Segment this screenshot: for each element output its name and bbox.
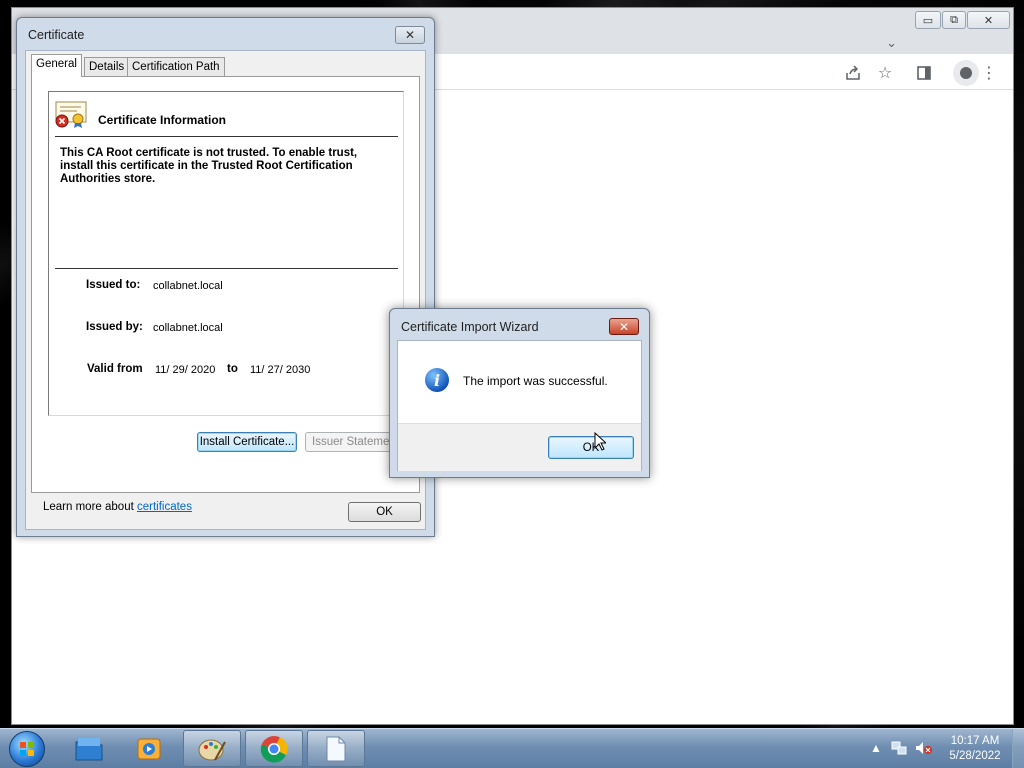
trust-warning-text: This CA Root certificate is not trusted.…	[60, 147, 358, 185]
start-button[interactable]	[9, 731, 45, 767]
wizard-title: Certificate Import Wizard	[401, 320, 539, 334]
import-wizard-dialog: Certificate Import Wizard ✕ i The import…	[389, 308, 650, 478]
chrome-icon[interactable]	[245, 730, 303, 767]
dialog-title: Certificate	[28, 28, 85, 42]
divider	[55, 268, 398, 269]
taskbar: ▲ 10:17 AM 5/28/2022	[0, 728, 1024, 768]
general-tab-panel: Certificate Information This CA Root cer…	[31, 76, 420, 513]
learn-more-label: Learn more about	[43, 501, 137, 513]
show-desktop-button[interactable]	[1012, 729, 1024, 768]
restore-icon: ⧉	[950, 13, 958, 26]
document-icon[interactable]	[307, 730, 365, 767]
show-hidden-icons-chevron-icon[interactable]: ▲	[870, 741, 882, 755]
tab-search-chevron-icon[interactable]: ⌄	[886, 35, 897, 51]
valid-from-value: 11/ 29/ 2020	[155, 364, 216, 376]
certificate-info-heading: Certificate Information	[98, 113, 227, 127]
certificate-info-box: Certificate Information This CA Root cer…	[48, 91, 404, 416]
close-button[interactable]: ✕	[967, 11, 1010, 29]
menu-icon[interactable]: ⋮	[979, 63, 999, 83]
issued-by-label: Issued by:	[86, 321, 143, 333]
restore-button[interactable]: ⧉	[942, 11, 966, 29]
side-panel-icon[interactable]	[914, 63, 934, 83]
clock-time: 10:17 AM	[950, 735, 1000, 747]
share-icon[interactable]	[843, 63, 863, 83]
tab-general[interactable]: General	[31, 54, 82, 77]
star-icon[interactable]: ☆	[875, 63, 895, 83]
minimize-button[interactable]: ▭	[915, 11, 941, 29]
close-icon: ✕	[618, 319, 630, 334]
explorer-icon[interactable]	[60, 730, 118, 767]
minimize-icon: ▭	[922, 14, 934, 27]
profile-icon[interactable]	[953, 60, 979, 86]
wizard-ok-button[interactable]: OK	[548, 436, 634, 459]
install-certificate-button[interactable]: Install Certificate...	[197, 432, 297, 452]
network-icon[interactable]	[891, 741, 907, 758]
close-icon: ✕	[404, 28, 416, 42]
issuer-statement-button[interactable]: Issuer Statement	[305, 432, 395, 452]
tab-details[interactable]: Details	[84, 57, 130, 77]
valid-from-label: Valid from	[87, 363, 143, 375]
volume-muted-icon[interactable]	[915, 741, 933, 758]
wizard-message: The import was successful.	[463, 374, 608, 388]
tab-certification-path[interactable]: Certification Path	[127, 57, 225, 77]
issued-by-value: collabnet.local	[153, 322, 223, 334]
media-player-icon[interactable]	[120, 730, 178, 767]
valid-to-label: to	[227, 363, 238, 375]
divider	[55, 136, 398, 137]
mouse-cursor-icon	[594, 431, 608, 454]
dialog-client-area: General Details Certification Path Certi	[25, 50, 426, 530]
issued-to-label: Issued to:	[86, 279, 141, 291]
ok-button[interactable]: OK	[348, 502, 421, 522]
certificates-link[interactable]: certificates	[137, 501, 192, 513]
system-clock[interactable]: 10:17 AM 5/28/2022	[940, 734, 1010, 764]
clock-date: 5/28/2022	[949, 750, 1001, 762]
dialog-close-button[interactable]: ✕	[395, 26, 425, 44]
close-icon: ✕	[983, 14, 994, 27]
certificate-dialog: Certificate ✕ General Details Certificat…	[16, 17, 435, 537]
paint-icon[interactable]	[183, 730, 241, 767]
certificate-error-icon	[55, 101, 87, 129]
learn-more-text: Learn more about certificates	[43, 501, 192, 513]
wizard-close-button[interactable]: ✕	[609, 318, 639, 335]
valid-to-value: 11/ 27/ 2030	[250, 364, 311, 376]
information-icon: i	[425, 368, 449, 392]
issued-to-value: collabnet.local	[153, 280, 223, 292]
